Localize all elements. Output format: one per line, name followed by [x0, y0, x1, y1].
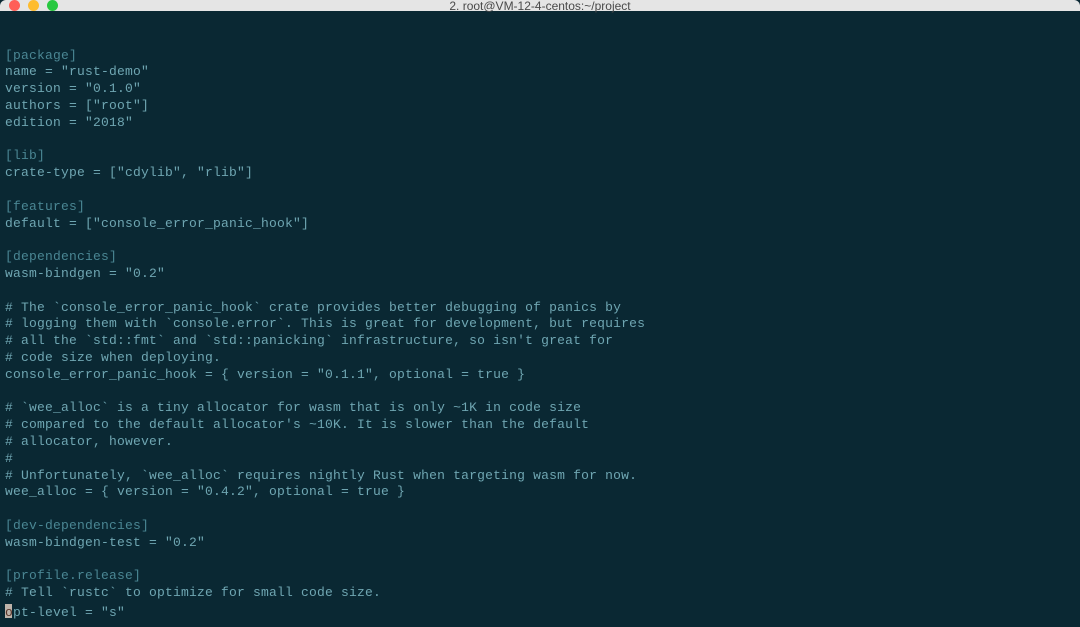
code-line: #	[5, 451, 1075, 468]
maximize-icon[interactable]	[47, 0, 58, 11]
code-line	[5, 283, 1075, 300]
code-line	[5, 552, 1075, 569]
code-line	[5, 132, 1075, 149]
traffic-lights	[0, 0, 58, 11]
code-line: # compared to the default allocator's ~1…	[5, 417, 1075, 434]
code-line: [dependencies]	[5, 249, 1075, 266]
code-line: # allocator, however.	[5, 434, 1075, 451]
code-line: name = "rust-demo"	[5, 64, 1075, 81]
code-line: [dev-dependencies]	[5, 518, 1075, 535]
code-line: wasm-bindgen = "0.2"	[5, 266, 1075, 283]
code-line: [lib]	[5, 148, 1075, 165]
code-line: version = "0.1.0"	[5, 81, 1075, 98]
code-line: console_error_panic_hook = { version = "…	[5, 367, 1075, 384]
code-line: # logging them with `console.error`. Thi…	[5, 316, 1075, 333]
code-line: [package]	[5, 48, 1075, 65]
code-line: # Unfortunately, `wee_alloc` requires ni…	[5, 468, 1075, 485]
close-icon[interactable]	[9, 0, 20, 11]
code-line: wasm-bindgen-test = "0.2"	[5, 535, 1075, 552]
file-content: [package]name = "rust-demo"version = "0.…	[5, 48, 1075, 619]
code-line: crate-type = ["cdylib", "rlib"]	[5, 165, 1075, 182]
code-line: wee_alloc = { version = "0.4.2", optiona…	[5, 484, 1075, 501]
code-line: # Tell `rustc` to optimize for small cod…	[5, 585, 1075, 602]
code-line: # all the `std::fmt` and `std::panicking…	[5, 333, 1075, 350]
code-line: # code size when deploying.	[5, 350, 1075, 367]
code-line: [features]	[5, 199, 1075, 216]
terminal-body[interactable]: [package]name = "rust-demo"version = "0.…	[0, 11, 1080, 627]
minimize-icon[interactable]	[28, 0, 39, 11]
code-line	[5, 501, 1075, 518]
code-line: default = ["console_error_panic_hook"]	[5, 216, 1075, 233]
titlebar: 2. root@VM-12-4-centos:~/project	[0, 0, 1080, 11]
code-line: authors = ["root"]	[5, 98, 1075, 115]
code-line: edition = "2018"	[5, 115, 1075, 132]
terminal-window: 2. root@VM-12-4-centos:~/project [packag…	[0, 0, 1080, 627]
code-line: # The `console_error_panic_hook` crate p…	[5, 300, 1075, 317]
code-line	[5, 232, 1075, 249]
code-line	[5, 384, 1075, 401]
code-line: # `wee_alloc` is a tiny allocator for wa…	[5, 400, 1075, 417]
code-line: [profile.release]	[5, 568, 1075, 585]
code-line	[5, 182, 1075, 199]
code-line: opt-level = "s"	[5, 602, 1075, 619]
cursor	[5, 604, 12, 618]
